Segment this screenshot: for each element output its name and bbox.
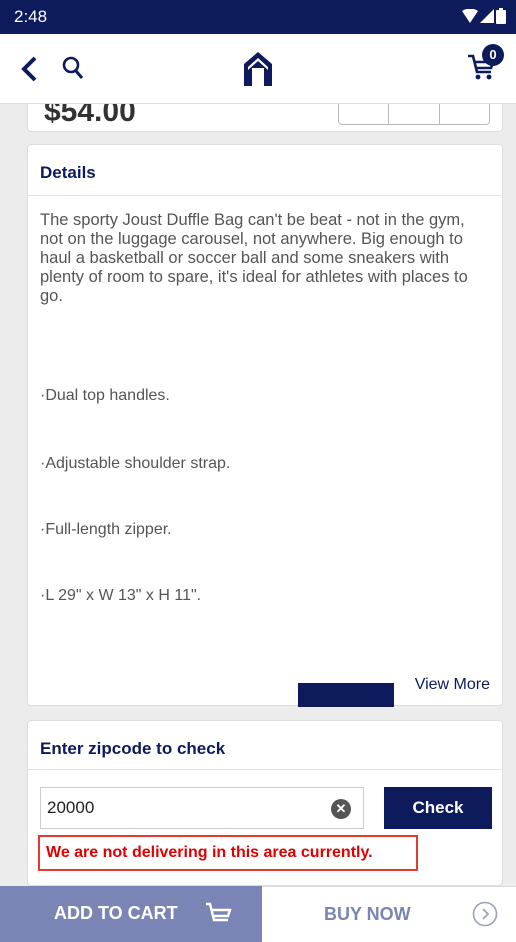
- zipcode-field: ✕: [40, 787, 364, 829]
- cart-icon: [206, 902, 232, 922]
- search-icon[interactable]: [62, 56, 84, 80]
- back-arrow-icon[interactable]: [20, 56, 38, 82]
- quantity-stepper[interactable]: [338, 104, 490, 125]
- product-price: $54.00: [44, 104, 136, 128]
- qty-value: [389, 104, 440, 124]
- details-bullet: ·Full-length zipper.: [40, 521, 172, 538]
- details-bullet: ·L 29" x W 13" x H 11".: [40, 587, 202, 604]
- add-to-cart-label: ADD TO CART: [54, 903, 178, 923]
- qty-increase-button[interactable]: [440, 104, 489, 124]
- qty-decrease-button[interactable]: [339, 104, 390, 124]
- zipcode-card: Enter zipcode to check ✕ Check We are no…: [27, 720, 503, 886]
- view-more-indicator: [298, 683, 394, 707]
- buy-now-label: BUY NOW: [324, 904, 411, 924]
- details-card: Details The sporty Joust Duffle Bag can'…: [27, 144, 503, 707]
- zipcode-divider: [28, 769, 502, 770]
- status-bar: 2:48: [0, 0, 516, 34]
- zipcode-title: Enter zipcode to check: [40, 739, 226, 758]
- details-bullet: ·Adjustable shoulder strap.: [40, 455, 231, 472]
- app-bar: 0: [0, 34, 516, 104]
- buy-now-button[interactable]: BUY NOW: [262, 886, 516, 942]
- check-button[interactable]: Check: [384, 787, 492, 829]
- product-scroll-area[interactable]: $54.00 Details The sporty Joust Duffle B…: [0, 104, 516, 886]
- add-to-cart-button[interactable]: ADD TO CART: [0, 886, 262, 942]
- cart-count-badge: 0: [482, 44, 504, 66]
- home-logo-icon[interactable]: [242, 50, 274, 88]
- zipcode-input[interactable]: [41, 788, 331, 828]
- status-icons: [462, 8, 506, 24]
- clear-icon[interactable]: ✕: [331, 799, 351, 819]
- signal-icon: [480, 9, 494, 23]
- chevron-right-circle-icon: [472, 901, 498, 927]
- wifi-icon: [462, 9, 478, 23]
- status-time: 2:48: [14, 7, 48, 26]
- cart-button[interactable]: 0: [466, 44, 504, 87]
- details-title: Details: [40, 163, 96, 182]
- bottom-action-bar: ADD TO CART BUY NOW: [0, 886, 516, 942]
- details-divider: [28, 195, 502, 196]
- zipcode-error-message: We are not delivering in this area curre…: [38, 835, 418, 871]
- view-more-link[interactable]: View More: [415, 676, 490, 694]
- battery-icon: [496, 8, 506, 24]
- price-card: $54.00: [27, 104, 503, 132]
- details-bullet: ·Dual top handles.: [40, 387, 170, 404]
- details-description: The sporty Joust Duffle Bag can't be bea…: [40, 211, 468, 305]
